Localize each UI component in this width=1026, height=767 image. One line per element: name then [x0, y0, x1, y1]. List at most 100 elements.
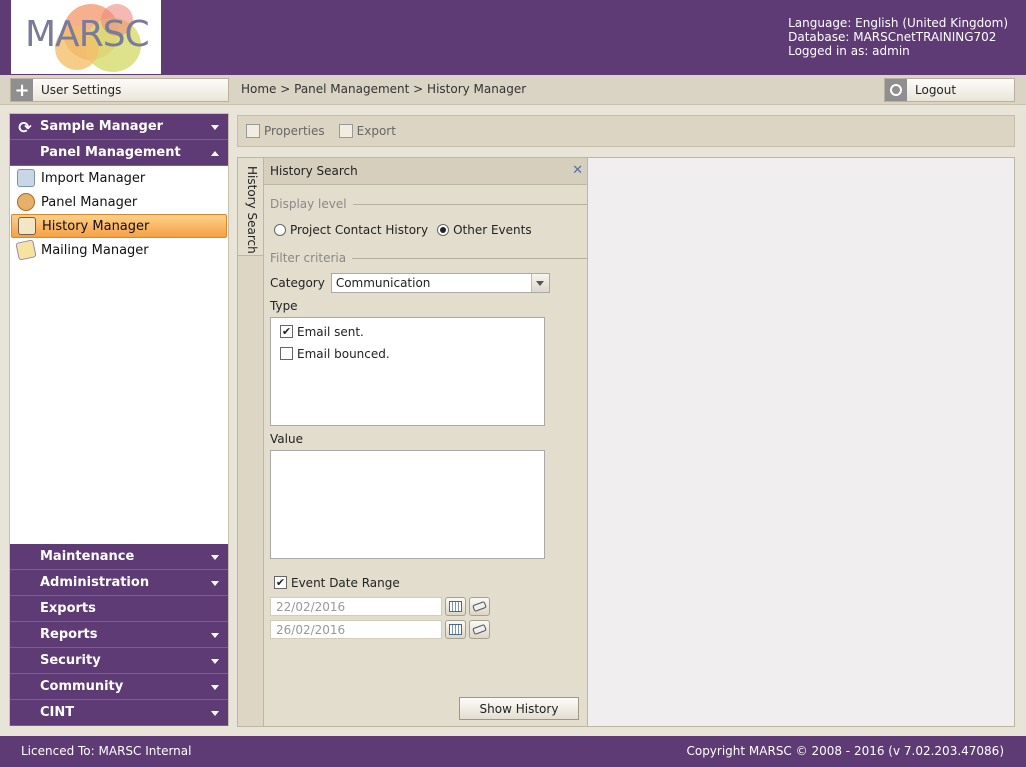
section-label: Maintenance [40, 549, 135, 564]
sidebar-item-label: Mailing Manager [41, 242, 149, 258]
chevron-down-icon [211, 125, 219, 130]
sidebar-section-exports[interactable]: Exports [10, 596, 228, 622]
radio-project-label: Project Contact History [290, 223, 429, 237]
event-date-range-row: ✔ Event Date Range [264, 569, 587, 591]
date-to-row: 26/02/2016 [270, 620, 587, 639]
date-to-input[interactable]: 26/02/2016 [270, 620, 442, 639]
eraser-icon [472, 623, 487, 636]
type-item-email-sent[interactable]: ✔ Email sent. [271, 318, 544, 340]
section-label: Community [40, 679, 124, 694]
top-toolbar: + User Settings Home > Panel Management … [0, 75, 1026, 105]
sidebar-section-maintenance[interactable]: Maintenance [10, 544, 228, 570]
type-label: Type [270, 299, 298, 313]
sidebar-item-history-manager[interactable]: History Manager [11, 214, 227, 238]
section-label: Reports [40, 627, 98, 642]
language-info: Language: English (United Kingdom) [788, 16, 1008, 30]
chevron-down-icon [211, 555, 219, 560]
sidebar-item-label: Panel Manager [41, 194, 138, 210]
logo-text: MARSC [25, 14, 150, 55]
plus-icon: + [11, 79, 33, 101]
main-content: History Search History Search ✕ Display … [237, 157, 1015, 727]
sidebar-section-panel-management[interactable]: Panel Management [10, 140, 228, 166]
refresh-icon: ⟳ [18, 117, 32, 137]
sidebar: ⟳ Sample Manager Panel Management Import… [9, 113, 229, 726]
export-icon [338, 124, 353, 138]
sidebar-section-reports[interactable]: Reports [10, 622, 228, 648]
logout-button[interactable]: Logout [884, 78, 1015, 102]
calendar-icon [449, 601, 462, 612]
calendar-from-button[interactable] [445, 597, 466, 616]
properties-button[interactable]: Properties [246, 124, 325, 138]
section-label: CINT [40, 705, 75, 720]
category-row: Category Communication [264, 273, 587, 293]
sidebar-bottom-sections: Maintenance Administration Exports Repor… [10, 544, 228, 726]
breadcrumb: Home > Panel Management > History Manage… [241, 82, 527, 96]
marsc-logo: MARSC [11, 0, 161, 74]
sidebar-section-community[interactable]: Community [10, 674, 228, 700]
date-from-row: 22/02/2016 [270, 597, 587, 616]
panel-management-list: Import Manager Panel Manager History Man… [10, 166, 228, 262]
section-label: Administration [40, 575, 150, 590]
sidebar-item-label: Import Manager [41, 170, 146, 186]
app-footer: Licenced To: MARSC Internal Copyright MA… [0, 736, 1026, 767]
logout-label: Logout [915, 83, 957, 97]
type-listbox: ✔ Email sent. Email bounced. [270, 317, 545, 426]
vertical-tab-strip [238, 256, 264, 726]
history-search-vertical-tab[interactable]: History Search [238, 158, 264, 256]
type-item-label: Email sent. [297, 324, 364, 339]
category-select[interactable]: Communication [330, 273, 550, 293]
clear-to-button[interactable] [469, 620, 490, 639]
value-label: Value [270, 432, 303, 446]
export-button[interactable]: Export [338, 124, 396, 138]
calendar-icon [449, 624, 462, 635]
section-label: Sample Manager [40, 119, 164, 134]
chevron-down-icon [211, 711, 219, 716]
logged-in-info: Logged in as: admin [788, 44, 910, 58]
database-info: Database: MARSCnetTRAINING702 [788, 30, 997, 44]
category-label: Category [270, 276, 325, 290]
section-label: Panel Management [40, 145, 181, 160]
checkbox-unchecked-icon[interactable] [280, 347, 293, 360]
sidebar-item-mailing-manager[interactable]: Mailing Manager [11, 238, 227, 262]
date-range-label: Event Date Range [291, 575, 400, 590]
show-history-button[interactable]: Show History [459, 697, 579, 720]
display-level-legend: Display level [270, 197, 587, 211]
value-listbox[interactable] [270, 450, 545, 559]
mail-icon [15, 239, 37, 261]
vertical-tab-label: History Search [245, 166, 259, 254]
radio-other-label: Other Events [453, 223, 532, 237]
content-toolbar: Properties Export [237, 115, 1015, 147]
calendar-to-button[interactable] [445, 620, 466, 639]
chevron-down-icon [211, 685, 219, 690]
section-label: Exports [40, 601, 96, 616]
type-item-label: Email bounced. [297, 346, 390, 361]
date-from-input[interactable]: 22/02/2016 [270, 597, 442, 616]
properties-label: Properties [264, 124, 325, 138]
eraser-icon [472, 600, 487, 613]
user-info: Language: English (United Kingdom) Datab… [788, 16, 1008, 58]
checkbox-checked-icon[interactable]: ✔ [280, 325, 293, 338]
sidebar-section-cint[interactable]: CINT [10, 700, 228, 726]
sidebar-section-sample-manager[interactable]: ⟳ Sample Manager [10, 114, 228, 140]
sidebar-item-panel-manager[interactable]: Panel Manager [11, 190, 227, 214]
close-icon[interactable]: ✕ [572, 163, 583, 178]
chevron-down-icon[interactable] [530, 274, 549, 292]
sidebar-section-security[interactable]: Security [10, 648, 228, 674]
category-value: Communication [335, 276, 431, 290]
radio-project-contact-history[interactable] [274, 224, 286, 236]
import-icon [17, 169, 35, 187]
user-settings-button[interactable]: + User Settings [10, 78, 229, 102]
panel-title: History Search [270, 164, 358, 178]
type-item-email-bounced[interactable]: Email bounced. [271, 340, 544, 362]
clear-from-button[interactable] [469, 597, 490, 616]
sidebar-item-label: History Manager [42, 218, 150, 234]
user-settings-label: User Settings [41, 83, 122, 97]
sidebar-item-import-manager[interactable]: Import Manager [11, 166, 227, 190]
date-range-checkbox[interactable]: ✔ [274, 576, 287, 589]
display-level-radios: Project Contact History Other Events [274, 223, 587, 237]
chevron-down-icon [211, 633, 219, 638]
radio-other-events[interactable] [437, 224, 450, 236]
export-label: Export [356, 124, 396, 138]
sidebar-section-administration[interactable]: Administration [10, 570, 228, 596]
filter-criteria-legend: Filter criteria [270, 251, 587, 265]
